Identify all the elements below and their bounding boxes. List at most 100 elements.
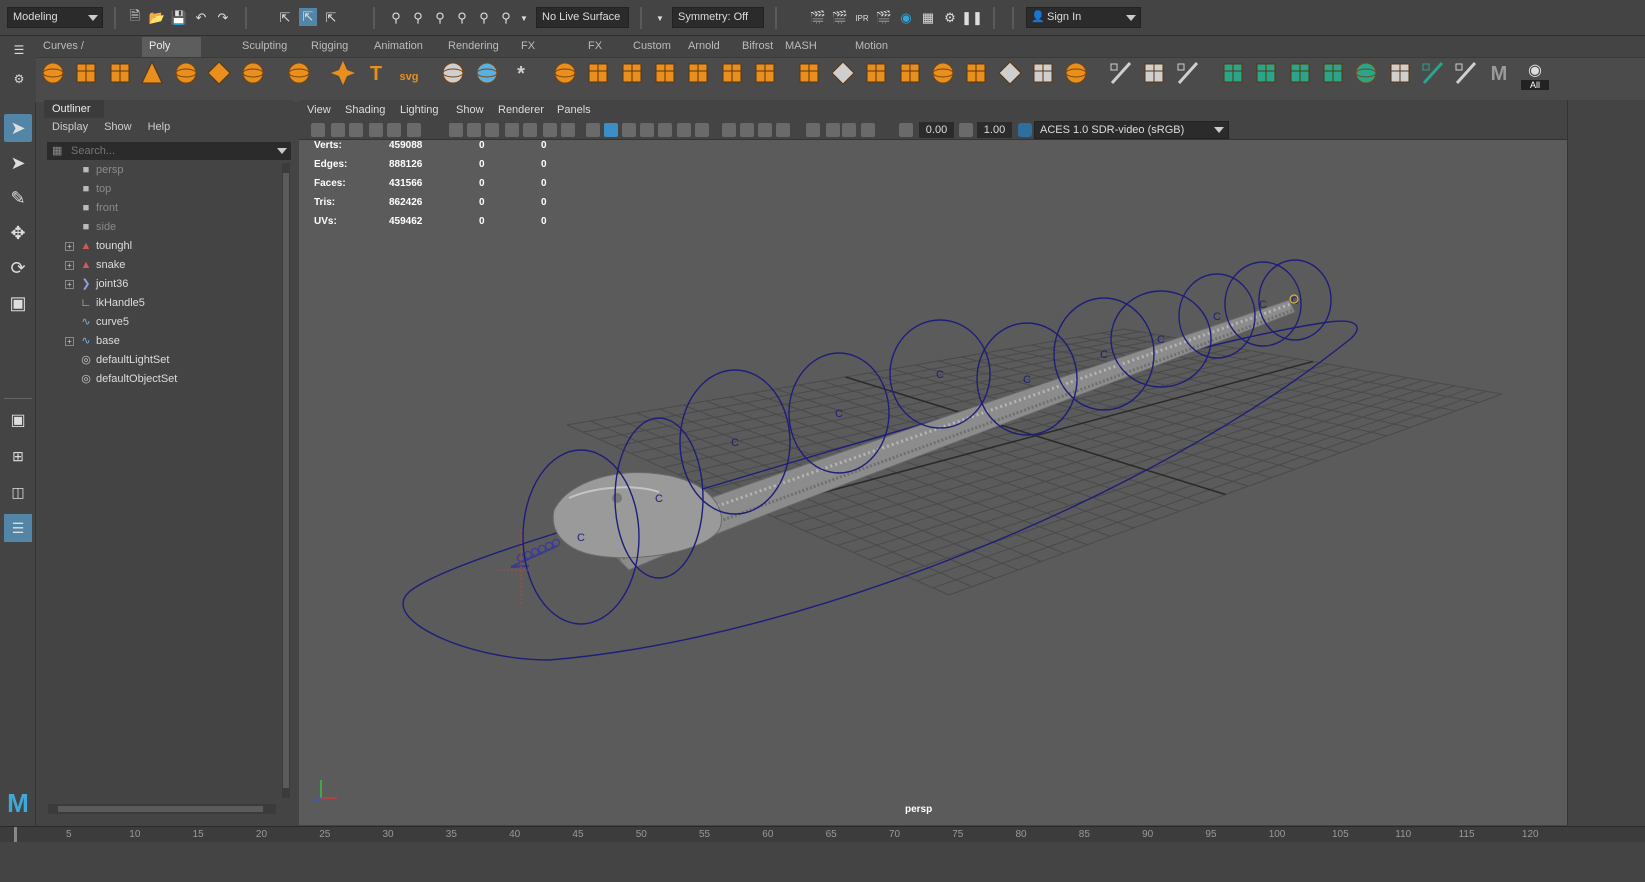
outliner-item[interactable]: ■ top	[44, 180, 284, 199]
outliner-item[interactable]: ■ persp	[44, 161, 284, 180]
outliner-item[interactable]: ■ side	[44, 218, 284, 237]
viewport-menu-renderer[interactable]: Renderer	[498, 100, 544, 120]
scrollbar-thumb[interactable]	[283, 173, 289, 788]
snap-point-icon[interactable]: ⚲	[431, 9, 449, 27]
disc-icon[interactable]	[242, 62, 264, 84]
select-tool-icon[interactable]: ➤	[4, 114, 32, 142]
film-gate-icon[interactable]	[467, 123, 481, 137]
uv-checker-icon[interactable]	[1390, 63, 1410, 83]
field-chart-icon[interactable]	[523, 123, 537, 137]
mirror-icon[interactable]	[722, 63, 742, 83]
insert-loop-icon[interactable]	[1177, 61, 1199, 85]
cone-icon[interactable]	[141, 60, 163, 84]
expand-icon[interactable]: +	[65, 242, 74, 251]
uv-unfold-icon[interactable]	[1422, 61, 1444, 85]
open-scene-icon[interactable]: 📂	[148, 9, 166, 27]
image-plane-icon[interactable]	[369, 123, 383, 137]
uv-planar-icon[interactable]	[1223, 63, 1243, 83]
poke-icon[interactable]	[966, 63, 986, 83]
viewport-menu-panels[interactable]: Panels	[557, 100, 591, 120]
safe-action-icon[interactable]	[543, 123, 557, 137]
resolution-gate-icon[interactable]	[485, 123, 499, 137]
extrude-icon[interactable]	[799, 63, 819, 83]
xray-joints-icon[interactable]	[842, 123, 856, 137]
outliner-menu-show[interactable]: Show	[104, 121, 132, 133]
smooth-icon[interactable]	[655, 63, 675, 83]
outliner-item[interactable]: + ❯ joint36	[44, 275, 284, 294]
move-tool-icon[interactable]: ✥	[4, 219, 32, 247]
outliner-item[interactable]: + ▲ tounghl	[44, 237, 284, 256]
grid-icon[interactable]	[449, 123, 463, 137]
boolean-icon[interactable]	[688, 63, 708, 83]
uv-cut-icon[interactable]	[1455, 61, 1477, 85]
wireframe-icon[interactable]	[586, 123, 600, 137]
outliner-menu-help[interactable]: Help	[148, 121, 171, 133]
paint-select-tool-icon[interactable]: ✎	[4, 184, 32, 212]
shadows-icon[interactable]	[695, 123, 709, 137]
cube-icon[interactable]	[76, 63, 96, 83]
outliner-vertical-scrollbar[interactable]	[282, 163, 290, 798]
pause-icon[interactable]: ❚❚	[961, 9, 983, 27]
tongue-joint[interactable]	[544, 541, 554, 551]
type-icon[interactable]: T	[370, 63, 382, 85]
snap-surface-icon[interactable]: ⚲	[475, 9, 493, 27]
symmetry-field[interactable]: Symmetry: Off	[672, 7, 764, 28]
default-material-icon[interactable]	[622, 123, 636, 137]
bevel-icon[interactable]	[866, 63, 886, 83]
redo-icon[interactable]: ↷	[214, 9, 232, 27]
menu-icon[interactable]: ☰	[10, 41, 28, 59]
platonic-icon[interactable]	[288, 62, 310, 84]
textured-icon[interactable]	[658, 123, 672, 137]
shelf-tab[interactable]: FX	[514, 37, 542, 57]
ambient-occlusion-icon[interactable]	[722, 123, 736, 137]
wedge-icon[interactable]	[998, 61, 1022, 85]
save-scene-icon[interactable]: 💾	[170, 9, 188, 27]
render-settings-icon[interactable]: 🎬	[875, 9, 893, 27]
single-perspective-layout-icon[interactable]: ▣	[4, 406, 32, 434]
shelf-tab[interactable]: MASH	[778, 37, 824, 57]
sew-uv-icon[interactable]	[476, 62, 498, 84]
arnold-render-icon[interactable]: ⚙	[941, 9, 959, 27]
svg-icon[interactable]: svg	[400, 71, 419, 83]
viewport-menu-shading[interactable]: Shading	[345, 100, 385, 120]
ipr-icon[interactable]: IPR	[853, 9, 871, 27]
separate-icon[interactable]	[588, 63, 608, 83]
smooth-shade-icon[interactable]	[604, 123, 618, 137]
multicut-icon[interactable]	[1110, 61, 1132, 85]
superellipse-icon[interactable]	[331, 61, 355, 85]
depth-of-field-icon[interactable]	[776, 123, 790, 137]
lasso-tool-icon[interactable]: ➤	[4, 149, 32, 177]
select-object-icon[interactable]: ⇱	[299, 8, 317, 26]
scrollbar-thumb[interactable]	[58, 806, 263, 812]
chevron-down-icon[interactable]: ▼	[515, 9, 533, 27]
outliner-item[interactable]: ◎ defaultLightSet	[44, 351, 284, 370]
maya-shelf-icon[interactable]: M	[1491, 63, 1508, 85]
tongue-joint[interactable]	[537, 544, 547, 554]
uv-cylindrical-icon[interactable]	[1256, 63, 1276, 83]
snap-grid-icon[interactable]: ⚲	[387, 9, 405, 27]
combine-icon[interactable]	[554, 62, 576, 84]
tongue-joint[interactable]	[523, 550, 533, 560]
rotate-tool-icon[interactable]: ⟳	[4, 254, 32, 282]
snowflake-icon[interactable]: *	[517, 63, 525, 85]
bookmark-icon[interactable]	[349, 123, 363, 137]
shelf-all-button[interactable]: ◉ All	[1521, 60, 1549, 98]
sphere-icon[interactable]	[42, 62, 64, 84]
2d-pan-icon[interactable]	[387, 123, 401, 137]
bevel-edge-icon[interactable]	[932, 62, 954, 84]
shelf-tab[interactable]: Rigging	[304, 37, 355, 57]
snap-curve-icon[interactable]: ⚲	[409, 9, 427, 27]
viewport-menu-view[interactable]: View	[307, 100, 331, 120]
fill-hole-icon[interactable]	[900, 63, 920, 83]
scale-tool-icon[interactable]: ▣	[4, 289, 32, 317]
extract-icon[interactable]	[622, 63, 642, 83]
viewport-menu-show[interactable]: Show	[456, 100, 484, 120]
snap-vertex-icon[interactable]: ⚲	[497, 9, 515, 27]
tongue-joint[interactable]	[530, 547, 540, 557]
camera-attr-icon[interactable]	[331, 123, 345, 137]
shelf-tab[interactable]: Bifrost	[735, 37, 780, 57]
outliner-item[interactable]: + ∿ base	[44, 332, 284, 351]
far-clip-field[interactable]: 1.00	[977, 122, 1012, 138]
current-frame-marker[interactable]	[14, 827, 17, 842]
hypershade-icon[interactable]: ◉	[897, 9, 915, 27]
